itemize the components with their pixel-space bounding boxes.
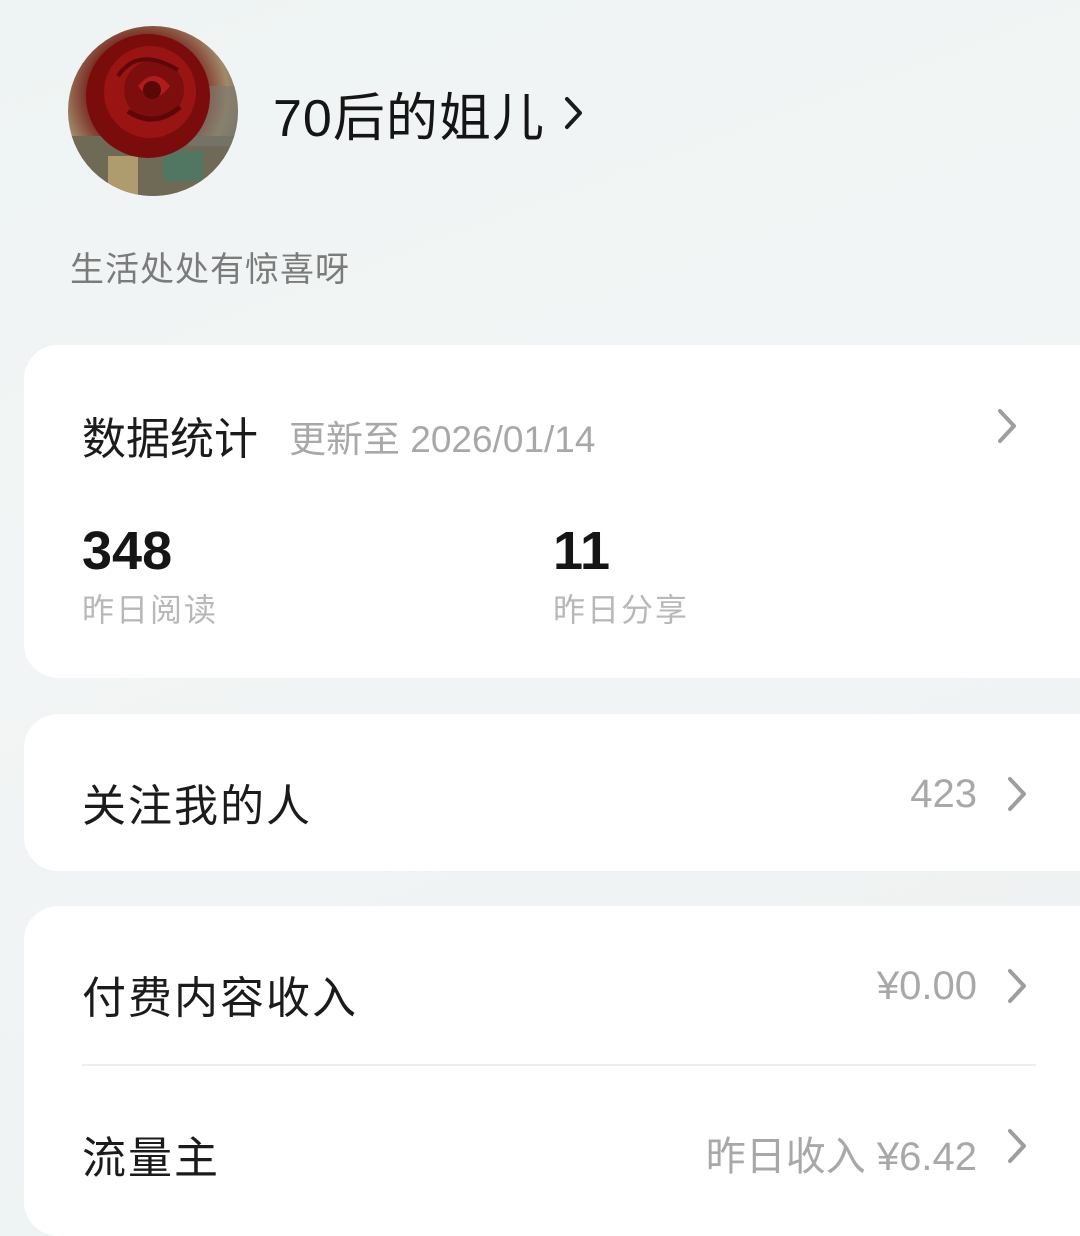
income-card: 付费内容收入 ¥0.00 流量主 昨日收入 ¥6.42 (24, 906, 1080, 1236)
chevron-right-icon (998, 409, 1016, 443)
paid-content-value: ¥0.00 (876, 964, 977, 1008)
traffic-owner-value: 昨日收入 ¥6.42 (705, 1135, 977, 1179)
stats-title: 数据统计 (82, 415, 258, 464)
paid-content-label: 付费内容收入 (82, 974, 358, 1023)
profile-bio: 生活处处有惊喜呀 (70, 251, 350, 289)
stat-reads-value: 348 (82, 521, 173, 581)
stat-reads-label: 昨日阅读 (82, 592, 219, 628)
followers-label: 关注我的人 (82, 782, 312, 831)
profile-name: 70后的姐儿 (273, 89, 545, 148)
paid-content-row[interactable]: 付费内容收入 ¥0.00 (24, 906, 1080, 1064)
traffic-owner-row[interactable]: 流量主 昨日收入 ¥6.42 (24, 1066, 1080, 1226)
chevron-right-icon (1008, 777, 1026, 811)
chevron-right-icon (1008, 1129, 1026, 1163)
rose-image (68, 34, 238, 196)
chevron-right-icon (1008, 969, 1026, 1003)
followers-row[interactable]: 关注我的人 423 (24, 714, 1080, 871)
chevron-right-icon (564, 97, 582, 129)
avatar[interactable] (68, 26, 238, 196)
stat-shares-label: 昨日分享 (553, 592, 690, 628)
traffic-owner-label: 流量主 (82, 1134, 220, 1183)
profile-name-link[interactable]: 70后的姐儿 (273, 78, 585, 148)
stats-card[interactable]: 数据统计 更新至 2026/01/14 348 昨日阅读 11 昨日分享 (24, 345, 1080, 678)
stats-updated: 更新至 2026/01/14 (289, 419, 596, 460)
stat-shares-value: 11 (553, 521, 611, 581)
profile-header: 70后的姐儿 生活处处有惊喜呀 (0, 0, 1080, 330)
followers-count: 423 (910, 772, 977, 816)
